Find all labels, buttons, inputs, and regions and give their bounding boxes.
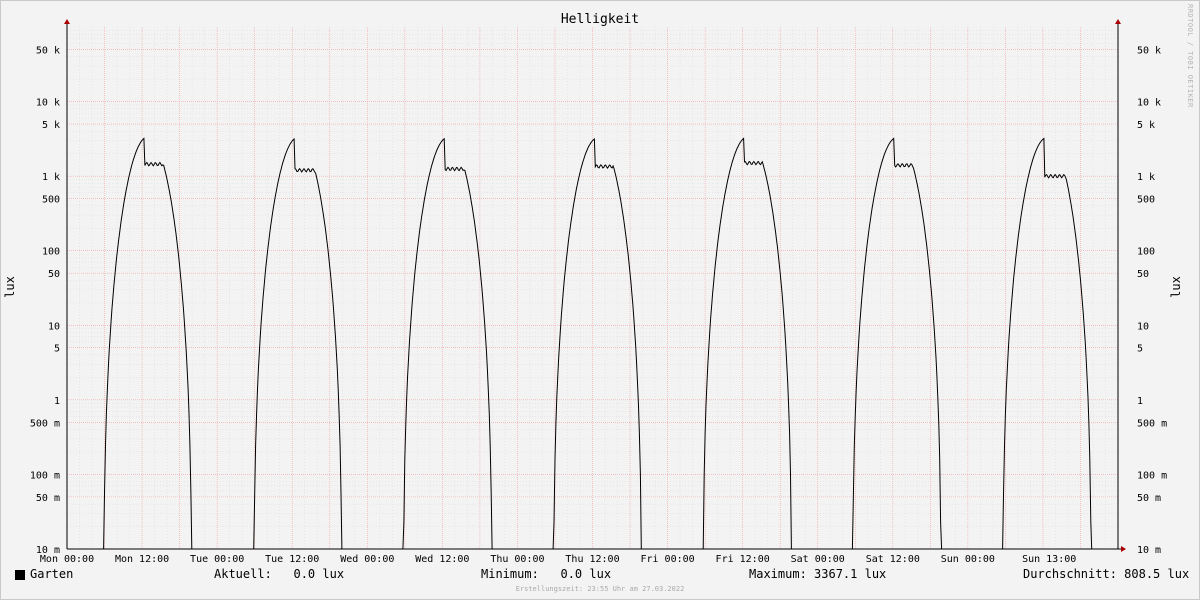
legend-average-label: Durchschnitt:	[1023, 567, 1117, 581]
y-tick-label-right: 500 m	[1137, 418, 1167, 429]
x-tick-label: Mon 12:00	[115, 554, 169, 565]
legend-minimum-label: Minimum:	[481, 567, 539, 581]
y-tick-label-left: 50 k	[36, 45, 60, 56]
y-tick-label-right: 10 m	[1137, 545, 1161, 556]
x-tick-label: Mon 00:00	[40, 554, 94, 565]
y-tick-label-left: 500	[42, 195, 60, 206]
x-tick-label: Sat 12:00	[866, 554, 920, 565]
y-tick-label-left: 1 k	[42, 172, 60, 183]
y-tick-labels-right: 50 k 10 k 5 k 1 k 500 100 50 10 5 1 500 m 100 m 50 m…	[1137, 45, 1167, 556]
series-line-garten	[67, 137, 1118, 550]
y-axis-arrow-left	[64, 19, 70, 24]
legend-swatch-garten	[15, 570, 25, 580]
y-tick-label-right: 100	[1137, 247, 1155, 258]
y-axis-label-left: lux	[3, 276, 17, 298]
y-tick-label-left: 5	[54, 344, 60, 355]
x-tick-label: Tue 00:00	[190, 554, 244, 565]
y-tick-label-right: 500	[1137, 195, 1155, 206]
legend-maximum-label: Maximum:	[749, 567, 807, 581]
y-tick-label-left: 5 k	[42, 120, 60, 131]
x-tick-label: Thu 00:00	[490, 554, 544, 565]
y-tick-label-right: 5	[1137, 344, 1143, 355]
y-tick-label-left: 10 k	[36, 98, 60, 109]
y-tick-label-right: 1 k	[1137, 172, 1155, 183]
y-tick-label-right: 50 m	[1137, 493, 1161, 504]
legend-average: Durchschnitt: 808.5 lux	[1023, 567, 1189, 581]
chart-grid	[66, 27, 1119, 550]
y-tick-label-left: 100 m	[30, 470, 60, 481]
y-tick-label-left: 50	[48, 269, 60, 280]
x-tick-labels: Mon 00:00 Mon 12:00 Tue 00:00 Tue 12:00 Wed …	[40, 554, 1076, 565]
x-tick-label: Tue 12:00	[265, 554, 319, 565]
x-tick-label: Sun 00:00	[941, 554, 995, 565]
legend-minimum: Minimum: 0.0 lux	[481, 567, 611, 581]
generation-time: Erstellungszeit: 23:55 Uhr am 27.03.2022	[515, 585, 685, 593]
legend-maximum: Maximum: 3367.1 lux	[749, 567, 886, 581]
y-tick-label-right: 1	[1137, 396, 1143, 407]
legend-current: Aktuell: 0.0 lux	[214, 567, 344, 581]
y-tick-label-right: 5 k	[1137, 120, 1155, 131]
y-axis-label-right: lux	[1169, 276, 1183, 298]
y-axis-arrow-right	[1115, 19, 1121, 24]
y-tick-label-left: 1	[54, 396, 60, 407]
x-tick-label: Thu 12:00	[565, 554, 619, 565]
legend-average-value: 808.5 lux	[1124, 567, 1190, 581]
y-tick-label-right: 50 k	[1137, 45, 1161, 56]
chart-axes	[64, 19, 1126, 552]
y-tick-label-left: 10	[48, 321, 60, 332]
y-tick-label-right: 10	[1137, 321, 1149, 332]
y-tick-label-right: 10 k	[1137, 98, 1161, 109]
x-tick-label: Wed 00:00	[340, 554, 394, 565]
x-tick-label: Wed 12:00	[415, 554, 469, 565]
legend-current-label: Aktuell:	[214, 567, 272, 581]
x-tick-label: Sat 00:00	[791, 554, 845, 565]
y-tick-label-left: 500 m	[30, 418, 60, 429]
x-tick-label: Sun 13:00	[1022, 554, 1076, 565]
legend-maximum-value: 3367.1 lux	[814, 567, 887, 581]
rrdtool-watermark: RRDTOOL / TOBI OETIKER	[1186, 4, 1194, 108]
legend-minimum-value: 0.0 lux	[560, 567, 612, 581]
y-tick-label-left: 50 m	[36, 493, 60, 504]
legend-series-name: Garten	[30, 567, 74, 581]
y-tick-label-right: 50	[1137, 269, 1149, 280]
chart-title: Helligkeit	[561, 12, 639, 27]
x-tick-label: Fri 00:00	[640, 554, 694, 565]
legend-current-value: 0.0 lux	[293, 567, 345, 581]
y-tick-label-right: 100 m	[1137, 470, 1167, 481]
brightness-chart: 50 k 10 k 5 k 1 k 500 100 50 10 5 1 500 m 100 m 50 m…	[3, 12, 1183, 565]
y-tick-label-left: 100	[42, 247, 60, 258]
x-tick-label: Fri 12:00	[716, 554, 770, 565]
x-axis-arrow	[1121, 546, 1126, 552]
y-tick-labels-left: 50 k 10 k 5 k 1 k 500 100 50 10 5 1 500 m 100 m 50 m…	[30, 45, 60, 556]
